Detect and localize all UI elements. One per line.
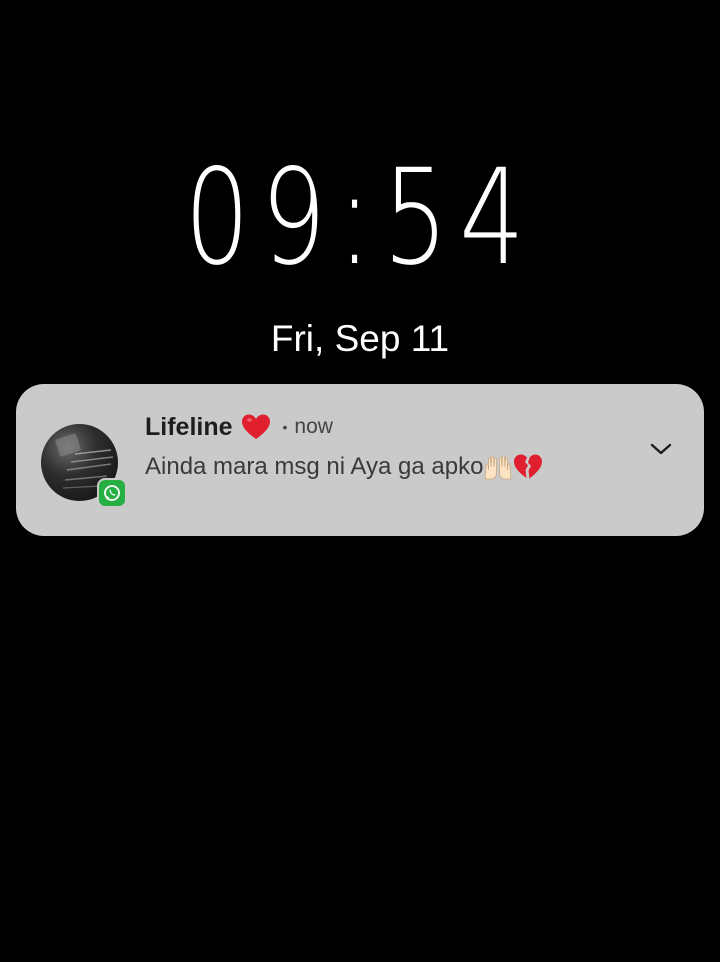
clock-time: 09:54 — [184, 141, 536, 295]
chevron-down-icon[interactable] — [646, 436, 676, 462]
broken-heart-emoji — [514, 454, 543, 479]
red-heart-emoji — [241, 414, 270, 439]
notification-header: Lifeline • now — [145, 409, 333, 445]
notification-body: Ainda mara msg ni Aya ga apko — [145, 450, 543, 484]
whatsapp-icon — [97, 478, 127, 508]
message-text: Ainda mara msg ni Aya ga apko — [145, 453, 484, 480]
separator-dot: • — [282, 419, 288, 435]
sender-name: Lifeline — [145, 412, 233, 441]
date-label[interactable]: Fri, Sep 11 — [0, 316, 720, 362]
raising-hands-emoji — [485, 455, 512, 480]
lock-screen: 09:54 Fri, Sep 11 Lifeline • now Ainda m… — [0, 0, 720, 962]
notification-time: now — [294, 415, 333, 438]
